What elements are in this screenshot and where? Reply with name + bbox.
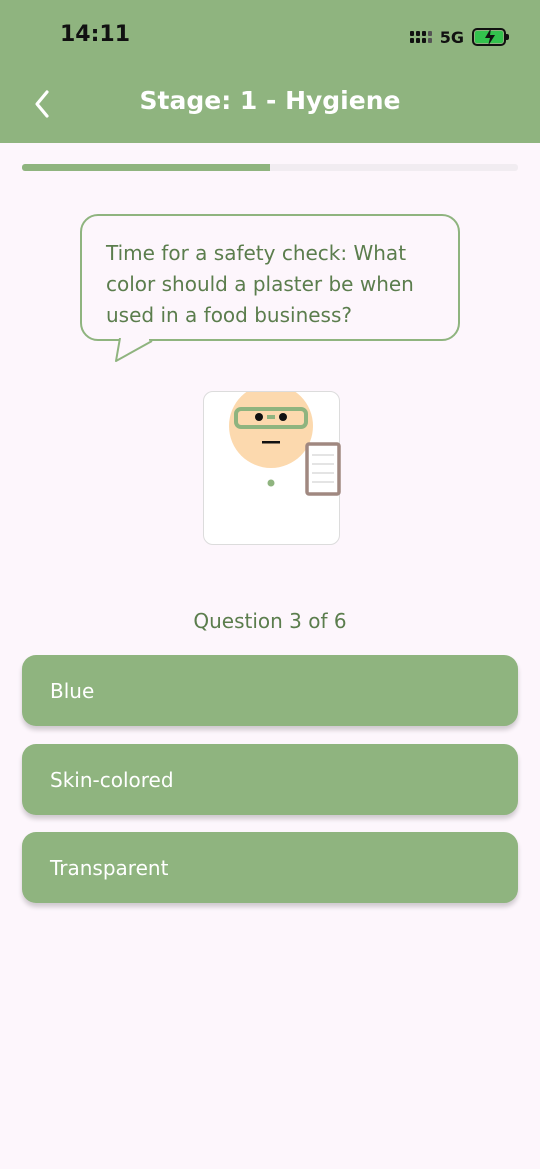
status-time: 14:11 <box>60 22 131 47</box>
clipboard-icon <box>305 442 341 496</box>
inspector-character <box>203 384 341 545</box>
signal-icon <box>409 31 432 43</box>
inspector-illustration <box>229 384 341 496</box>
stage-progress-bar <box>22 164 518 171</box>
left-eye <box>255 413 263 421</box>
charging-bolt-icon <box>485 28 495 46</box>
mouth <box>262 441 280 444</box>
app-header: 14:11 5G Stage: 1 - Hygiene <box>0 0 540 143</box>
battery-icon <box>472 28 509 46</box>
network-label: 5G <box>439 27 464 47</box>
answer-label: Blue <box>50 678 95 703</box>
answer-button-blue[interactable]: Blue <box>22 655 518 726</box>
progress-fill <box>22 164 270 171</box>
answer-button-transparent[interactable]: Transparent <box>22 832 518 903</box>
page-title: Stage: 1 - Hygiene <box>139 86 401 115</box>
answer-label: Transparent <box>50 855 169 880</box>
speech-bubble: Time for a safety check: What color shou… <box>80 214 460 341</box>
button-dot <box>267 479 275 487</box>
answer-label: Skin-colored <box>50 767 174 792</box>
right-eye <box>279 413 287 421</box>
question-text: Time for a safety check: What color shou… <box>106 241 414 327</box>
speech-bubble-tail <box>115 338 153 362</box>
status-icons: 5G <box>409 26 509 48</box>
question-counter: Question 3 of 6 <box>193 609 347 633</box>
answer-button-skin-colored[interactable]: Skin-colored <box>22 744 518 815</box>
face <box>229 384 313 468</box>
